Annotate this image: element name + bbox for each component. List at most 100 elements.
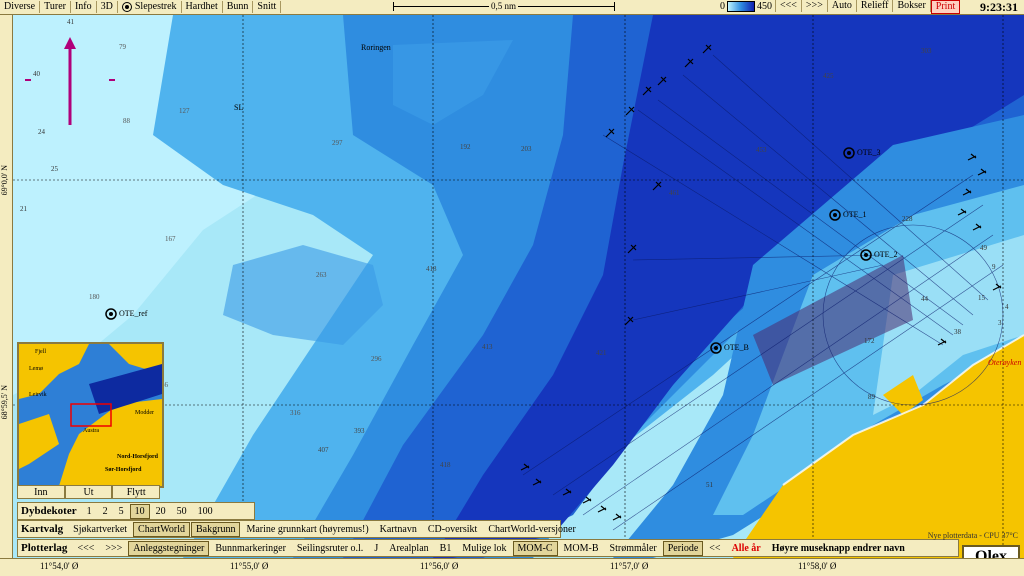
depth-label: 303 [921, 47, 932, 55]
layer-j[interactable]: J [369, 541, 383, 556]
kart-cd-oversikt[interactable]: CD-oversikt [423, 522, 482, 537]
inset-label: Sør-Horsfjord [105, 467, 142, 473]
depth-label: 40 [33, 70, 40, 78]
next-button[interactable]: >>> [802, 0, 828, 12]
lon-label: 11°54,0' Ø [40, 561, 79, 571]
scale-label: 0,5 nm [489, 1, 519, 11]
lon-label: 11°57,0' Ø [610, 561, 649, 571]
lon-label: 11°58,0' Ø [798, 561, 837, 571]
menu-info[interactable]: Info [71, 1, 97, 13]
lon-label: 11°55,0' Ø [230, 561, 269, 571]
marker-label: OTE_B [724, 343, 749, 352]
contour-5[interactable]: 5 [114, 504, 129, 519]
kart-chartworld-versjoner[interactable]: ChartWorld-versjoner [483, 522, 581, 537]
depth-label: 21 [20, 205, 27, 213]
lat-label: 68°59,5' N [0, 385, 9, 420]
inset-label: Nord-Horsfjord [117, 454, 158, 460]
layer-next-button[interactable]: >>> [100, 541, 127, 556]
contour-50[interactable]: 50 [172, 504, 192, 519]
bokser-button[interactable]: Bokser [893, 0, 931, 12]
depth-label: 49 [980, 244, 987, 252]
layer-mulige-lok[interactable]: Mulige lok [457, 541, 511, 556]
clock: 9:23:31 [980, 0, 1018, 14]
lat-label: 69°0,0' N [0, 165, 9, 196]
menu-diverse[interactable]: Diverse [0, 1, 41, 13]
depth-label: 167 [165, 235, 176, 243]
layer-strommaler[interactable]: Strømmåler [605, 541, 662, 556]
inset-label: Fjell [35, 349, 47, 355]
depth-label: 127 [179, 107, 190, 115]
relieff-button[interactable]: Relieff [857, 0, 894, 12]
contour-100[interactable]: 100 [193, 504, 218, 519]
menu-3d[interactable]: 3D [97, 1, 118, 13]
depth-label: 263 [316, 271, 327, 279]
menu-hardhet[interactable]: Hardhet [182, 1, 223, 13]
menu-bunn[interactable]: Bunn [223, 1, 254, 13]
menu-slepestrek[interactable]: Slepestrek [118, 1, 182, 13]
zoom-out-button[interactable]: Ut [64, 485, 113, 499]
depth-label: 192 [460, 143, 471, 151]
depth-label: 228 [902, 215, 913, 223]
depth-label: 418 [426, 265, 437, 273]
kart-kartnavn[interactable]: Kartnavn [375, 522, 422, 537]
move-button[interactable]: Flytt [112, 485, 161, 499]
chart-selection-panel: Kartvalg Sjøkartverket ChartWorld Bakgru… [17, 520, 576, 538]
layer-periode[interactable]: Periode [662, 540, 704, 556]
panel-title: Dybdekoter [21, 505, 77, 517]
depth-label: 172 [864, 337, 875, 345]
scale-bar: 0,5 nm [393, 1, 615, 12]
layer-b1[interactable]: B1 [435, 541, 457, 556]
bathymetry-map[interactable] [13, 15, 1024, 558]
depth-label: 79 [119, 43, 126, 51]
menu-turer[interactable]: Turer [40, 1, 71, 13]
kart-chartworld[interactable]: ChartWorld [133, 521, 191, 537]
depth-label: 393 [354, 427, 365, 435]
place-label: Roringen [361, 43, 391, 52]
slepestrek-label: Slepestrek [134, 1, 177, 12]
layer-prev-button[interactable]: <<< [72, 541, 99, 556]
panel-title: Kartvalg [21, 523, 64, 535]
place-label-oter: Oterøyken [988, 358, 1022, 367]
depth-label: 15 [978, 294, 985, 302]
kart-bakgrunn[interactable]: Bakgrunn [191, 521, 241, 537]
layer-seilingsruter[interactable]: Seilingsruter o.l. [292, 541, 368, 556]
depth-contour-panel: Dybdekoter 1 2 5 10 20 50 100 [17, 502, 255, 520]
depth-label: 3 [998, 319, 1002, 327]
kart-sjokartverket[interactable]: Sjøkartverket [68, 522, 132, 537]
contour-2[interactable]: 2 [98, 504, 113, 519]
kart-marine-grunnkart[interactable]: Marine grunnkart (høyremus!) [241, 522, 373, 537]
print-button[interactable]: Print [930, 0, 961, 14]
chart-map[interactable]: Roringen SL Oterøyken OTE_ref OTE_B OTE_… [13, 15, 1024, 558]
layer-arealplan[interactable]: Arealplan [384, 541, 433, 556]
contour-1[interactable]: 1 [82, 504, 97, 519]
prev-button[interactable]: <<< [775, 0, 802, 12]
layer-bunnmarkeringer[interactable]: Bunnmarkeringer [210, 541, 291, 556]
depth-label: 421 [596, 349, 607, 357]
longitude-ruler: 11°54,0' Ø 11°55,0' Ø 11°56,0' Ø 11°57,0… [0, 558, 1024, 576]
sl-label: SL [234, 103, 244, 112]
depth-legend[interactable]: 0 450 [720, 1, 772, 12]
layer-mom-c[interactable]: MOM-C [512, 540, 558, 556]
contour-20[interactable]: 20 [151, 504, 171, 519]
depth-label: 413 [482, 343, 493, 351]
plotter-layer-panel: Plotterlag <<< >>> Anleggstegninger Bunn… [17, 539, 959, 557]
layer-mom-b[interactable]: MOM-B [559, 541, 604, 556]
period-prev-button[interactable]: << [704, 541, 725, 556]
depth-label: 453 [756, 146, 767, 154]
depth-gradient [727, 1, 755, 12]
zoom-in-button[interactable]: Inn [17, 485, 65, 499]
layer-anleggstegninger[interactable]: Anleggstegninger [128, 540, 210, 556]
menu-snitt[interactable]: Snitt [253, 1, 282, 13]
depth-label: 38 [954, 328, 961, 336]
all-years-toggle[interactable]: Alle år [727, 541, 766, 556]
auto-button[interactable]: Auto [828, 0, 857, 12]
depth-label: 44 [921, 295, 928, 303]
contour-10[interactable]: 10 [129, 503, 150, 519]
overview-inset-map[interactable]: Fjell Lemø Leirvik Modder Nord-Horsfjord… [17, 342, 164, 488]
depth-label: 51 [706, 481, 713, 489]
inset-label: Austra [83, 428, 99, 434]
depth-label: 4 [1005, 303, 1009, 311]
latitude-ruler: 69°0,0' N 68°59,5' N [0, 15, 13, 558]
inset-label: Modder [135, 410, 154, 416]
panel-title: Plotterlag [21, 542, 68, 554]
